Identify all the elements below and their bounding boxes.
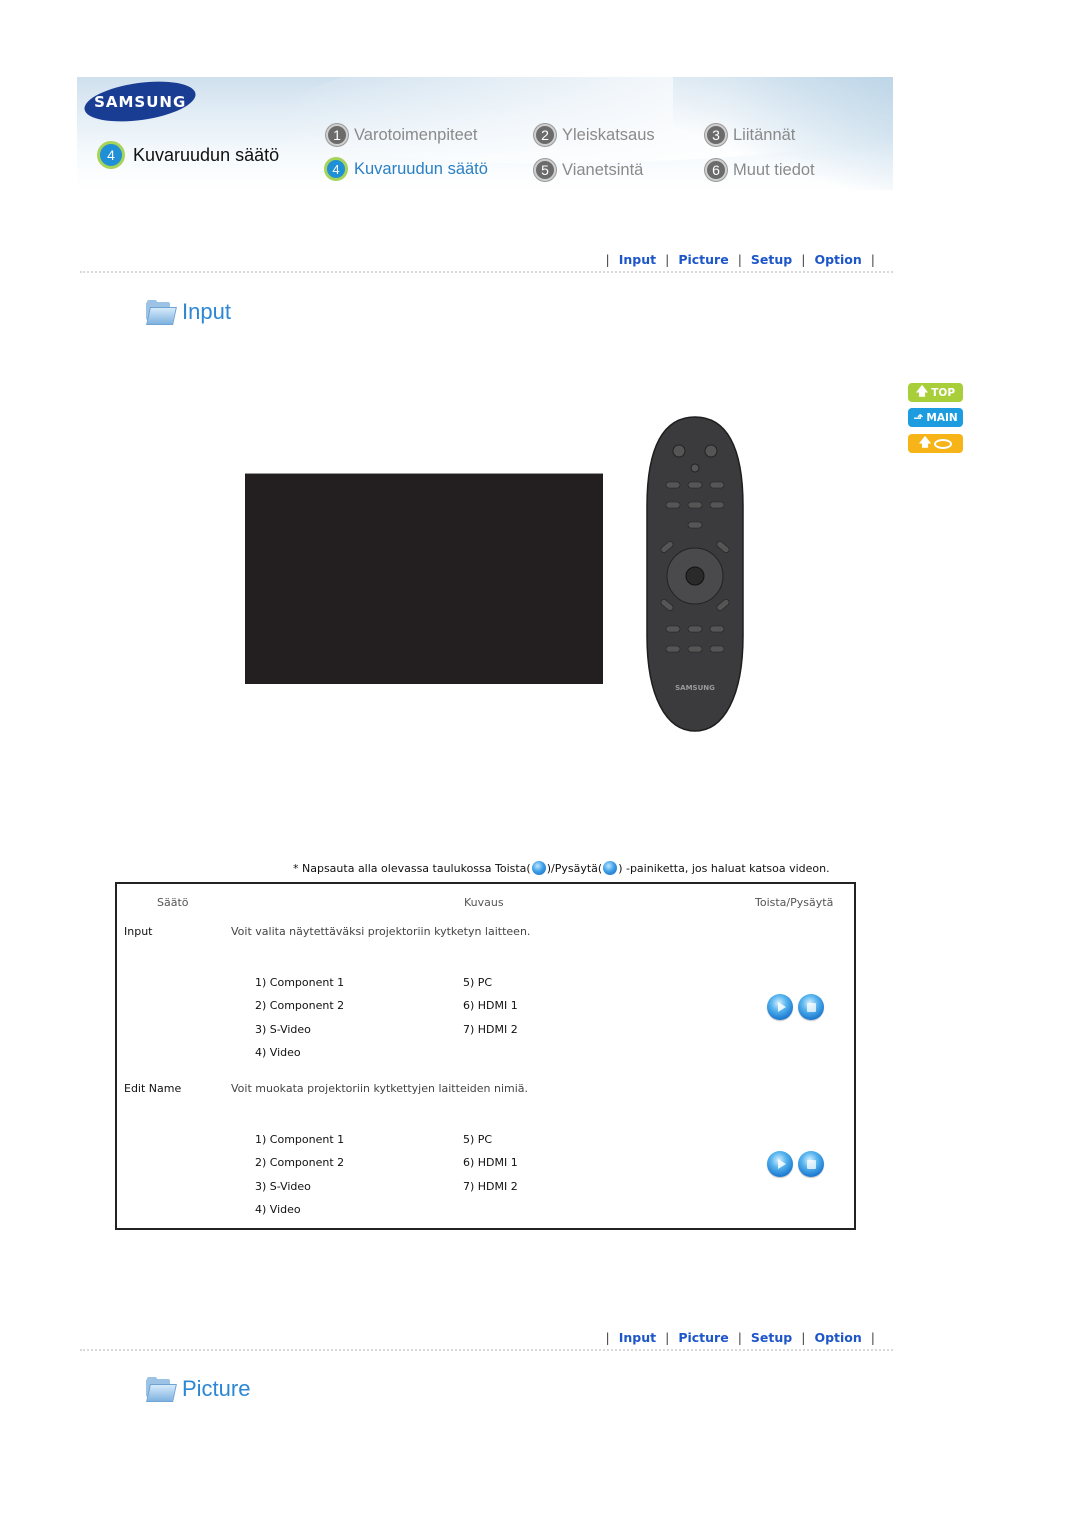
arrow-turn-up-icon: ⬏ <box>913 410 924 425</box>
remote-control-image: SAMSUNG <box>646 416 744 732</box>
divider <box>80 1349 893 1351</box>
play-button[interactable] <box>767 994 793 1020</box>
setting-name: Edit Name <box>124 1082 182 1095</box>
option-item: 2) Component 2 <box>255 1156 345 1169</box>
chapter-number-icon: 4 <box>324 157 348 181</box>
nav-link-input[interactable]: Input <box>619 252 656 267</box>
settings-table: Säätö Kuvaus Toista/Pysäytä Input Voit v… <box>115 882 856 1230</box>
chapter-number-icon: 1 <box>326 124 348 146</box>
nav-link-picture[interactable]: Picture <box>678 1330 728 1345</box>
stop-button[interactable] <box>798 994 824 1020</box>
option-item: 4) Video <box>255 1046 301 1059</box>
nav-link-setup[interactable]: Setup <box>751 1330 792 1345</box>
option-item: 7) HDMI 2 <box>463 1023 518 1036</box>
stop-icon <box>603 861 618 875</box>
option-item: 7) HDMI 2 <box>463 1180 518 1193</box>
chapter-link-1[interactable]: 1 Varotoimenpiteet <box>326 124 478 146</box>
chapter-number-icon: 3 <box>705 124 727 146</box>
section-title: Picture <box>182 1376 251 1401</box>
folder-icon <box>144 1377 177 1402</box>
option-item: 6) HDMI 1 <box>463 1156 518 1169</box>
play-icon <box>777 1002 786 1012</box>
option-item: 1) Component 1 <box>255 1133 345 1146</box>
arrow-up-icon: 🡅 <box>918 435 932 449</box>
top-button[interactable]: 🡅 TOP <box>908 383 963 402</box>
chapter-link-4[interactable]: 4 Kuvaruudun säätö <box>324 157 488 181</box>
svg-text:SAMSUNG: SAMSUNG <box>675 684 715 692</box>
option-item: 4) Video <box>255 1203 301 1216</box>
option-item: 2) Component 2 <box>255 999 345 1012</box>
current-chapter-title: Kuvaruudun säätö <box>133 144 280 165</box>
column-header-description: Kuvaus <box>464 896 504 909</box>
chapter-link-6[interactable]: 6 Muut tiedot <box>705 159 815 181</box>
divider <box>80 271 893 273</box>
chapter-number-icon: 6 <box>705 159 727 181</box>
section-nav: | Input | Picture | Setup | Option | <box>605 252 875 267</box>
stop-icon <box>806 1159 816 1169</box>
play-icon <box>531 861 546 875</box>
nav-link-option[interactable]: Option <box>814 1330 861 1345</box>
video-player[interactable] <box>245 473 603 684</box>
chapter-number-badge: 4 <box>97 141 125 169</box>
arrow-up-icon: 🡅 <box>915 384 929 398</box>
option-item: 6) HDMI 1 <box>463 999 518 1012</box>
play-button[interactable] <box>767 1151 793 1177</box>
stop-button[interactable] <box>798 1151 824 1177</box>
setting-description: Voit muokata projektoriin kytkettyjen la… <box>231 1082 529 1095</box>
column-header-play-stop: Toista/Pysäytä <box>755 896 834 909</box>
section-heading-input: Input <box>144 299 231 325</box>
setting-name: Input <box>124 925 153 938</box>
section-nav: | Input | Picture | Setup | Option | <box>605 1330 875 1345</box>
setting-description: Voit valita näytettäväksi projektoriin k… <box>231 925 531 938</box>
back-button[interactable]: 🡅 <box>908 434 963 453</box>
chapter-link-5[interactable]: 5 Vianetsintä <box>534 159 643 181</box>
nav-link-option[interactable]: Option <box>814 252 861 267</box>
nav-link-input[interactable]: Input <box>619 1330 656 1345</box>
option-item: 1) Component 1 <box>255 976 345 989</box>
option-item: 3) S-Video <box>255 1023 311 1036</box>
back-icon <box>934 438 953 449</box>
chapter-link-2[interactable]: 2 Yleiskatsaus <box>534 124 655 146</box>
folder-icon <box>144 300 177 325</box>
main-button[interactable]: ⬏ MAIN <box>908 408 963 427</box>
stop-icon <box>806 1002 816 1012</box>
column-header-setting: Säätö <box>157 896 189 909</box>
option-item: 3) S-Video <box>255 1180 311 1193</box>
chapter-number-icon: 5 <box>534 159 556 181</box>
current-chapter: 4 Kuvaruudun säätö <box>97 141 279 169</box>
video-instruction-note: * Napsauta alla olevassa taulukossa Tois… <box>293 861 830 875</box>
chapter-number-icon: 2 <box>534 124 556 146</box>
section-heading-picture: Picture <box>144 1376 250 1402</box>
chapter-link-3[interactable]: 3 Liitännät <box>705 124 795 146</box>
option-item: 5) PC <box>463 976 493 989</box>
option-item: 5) PC <box>463 1133 493 1146</box>
play-icon <box>777 1159 786 1169</box>
nav-link-setup[interactable]: Setup <box>751 252 792 267</box>
section-title: Input <box>182 299 231 324</box>
nav-link-picture[interactable]: Picture <box>678 252 728 267</box>
